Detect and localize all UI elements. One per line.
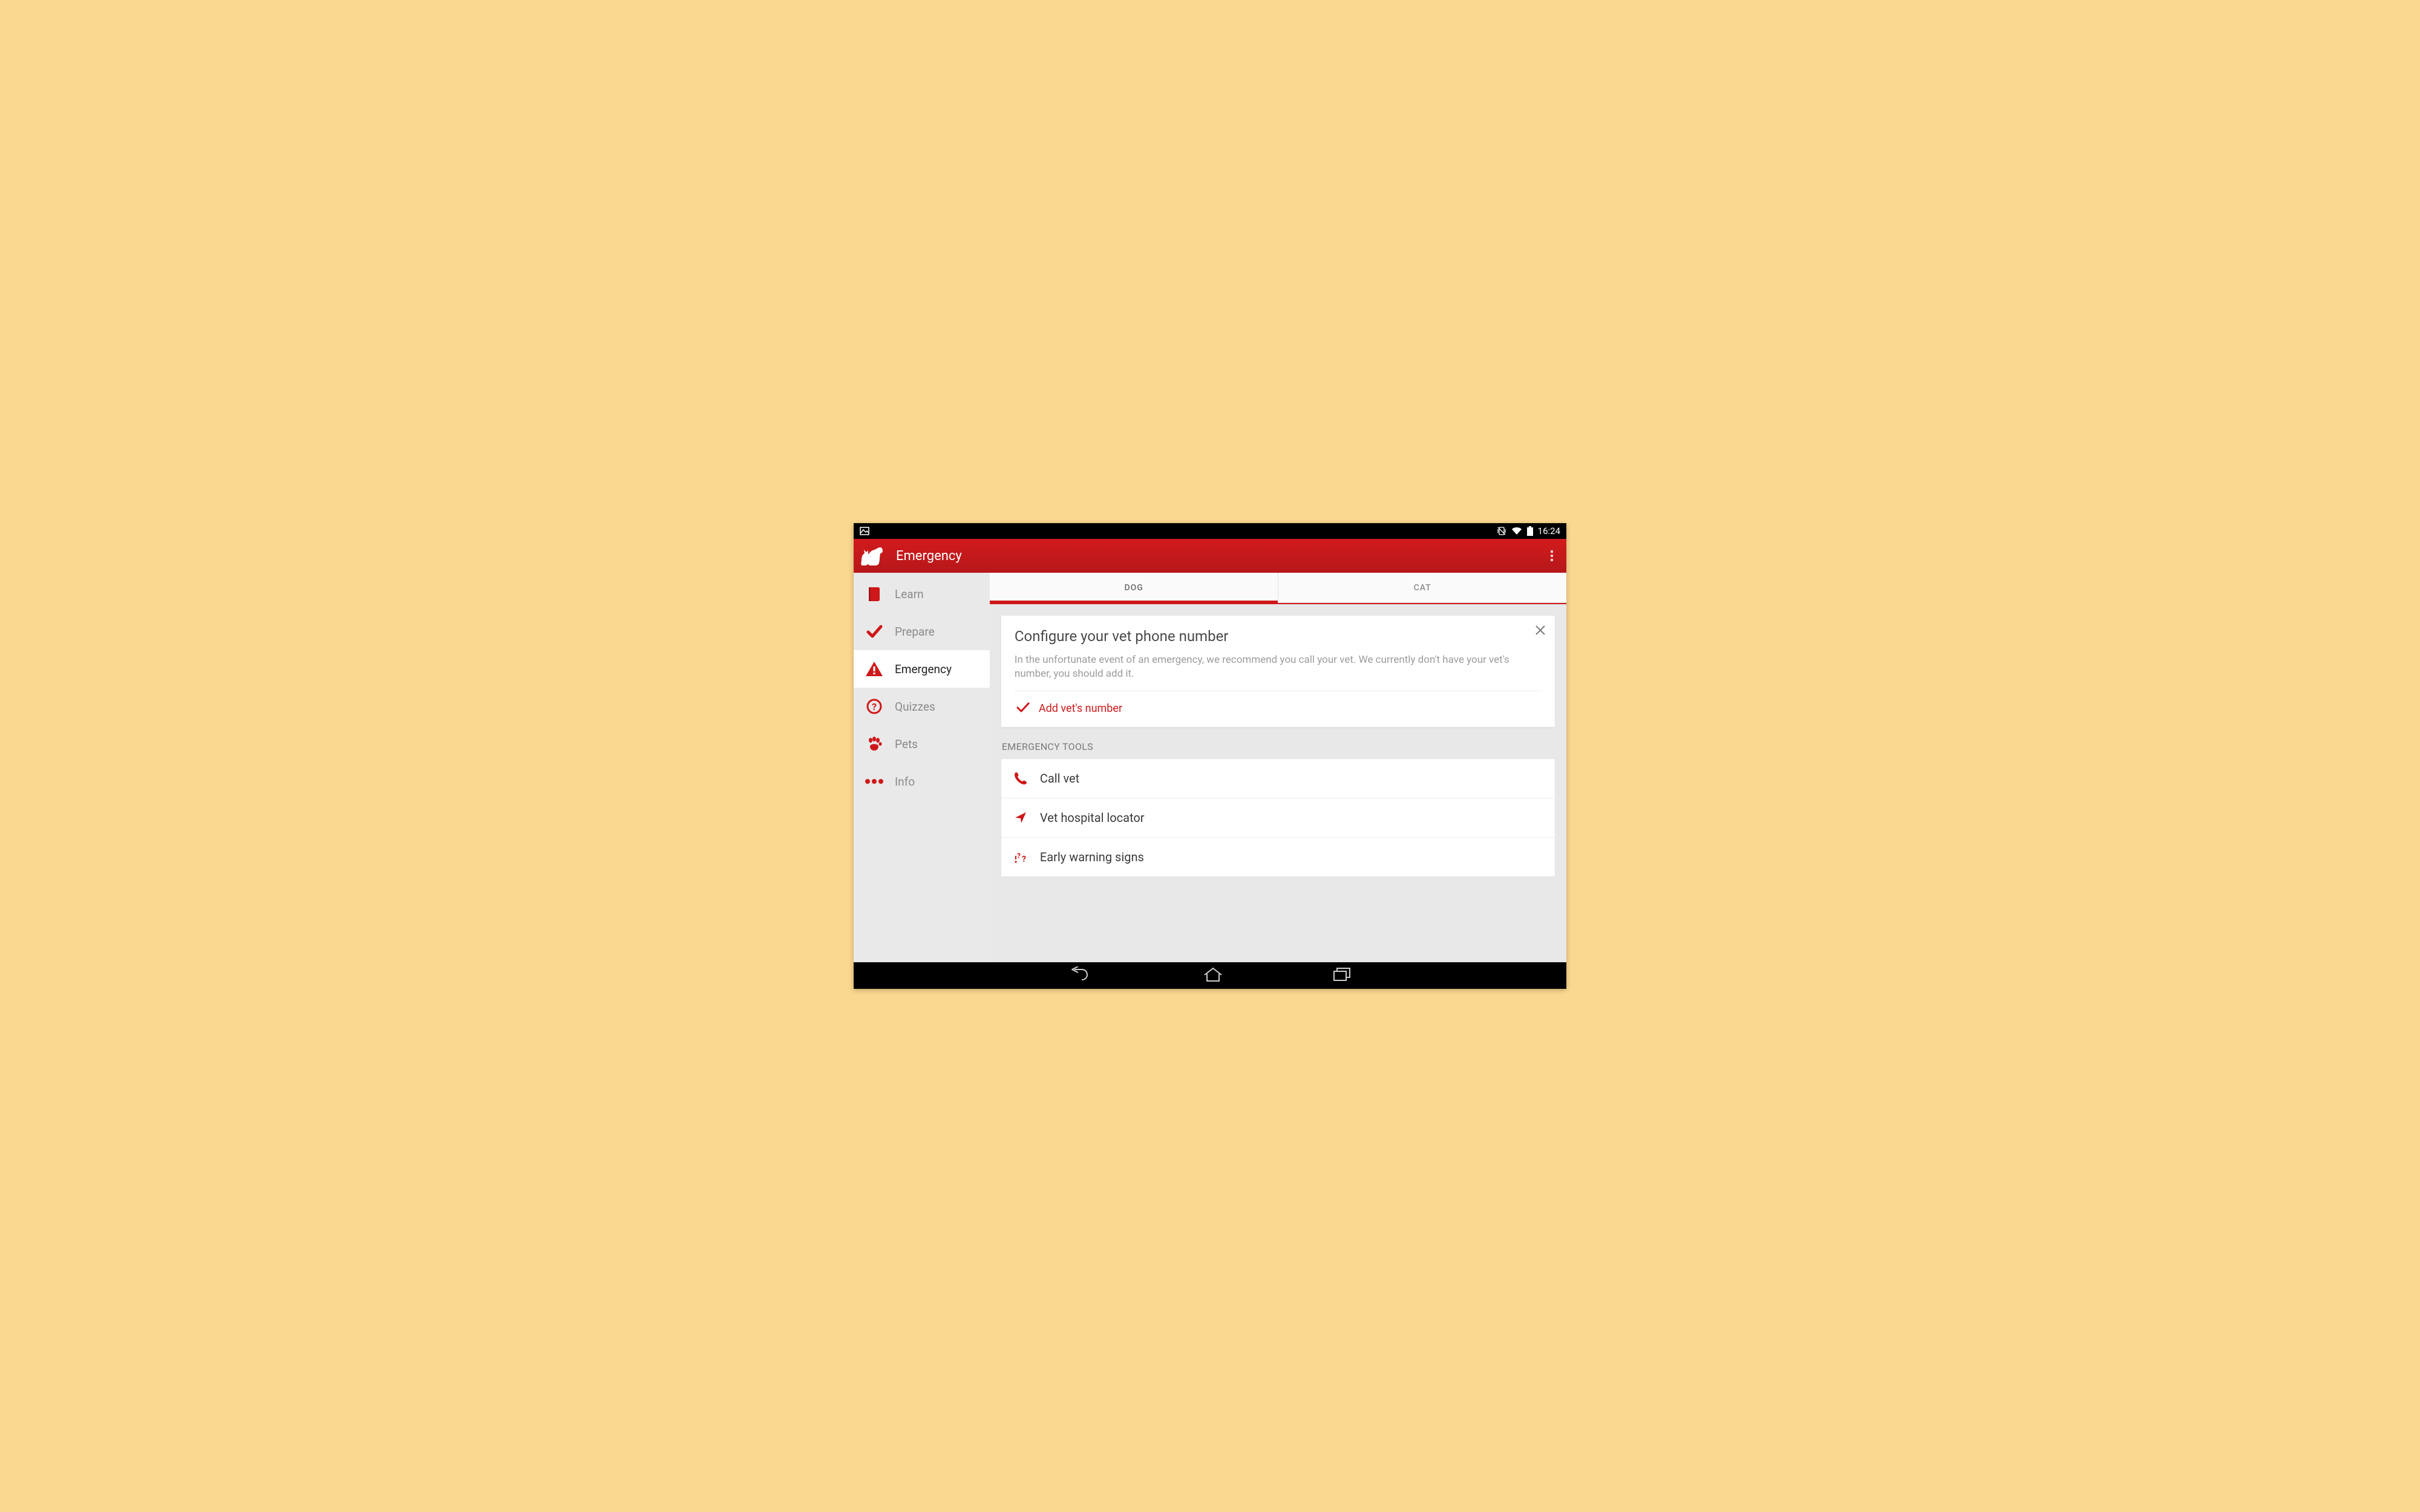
svg-text:?: ? [872,701,877,712]
tool-label: Vet hospital locator [1040,810,1145,825]
question-circle-icon: ? [865,698,884,715]
warning-triangle-icon [865,660,884,677]
emergency-tools-header: Emergency Tools [1002,741,1554,752]
nav-back-button[interactable] [1068,966,1094,985]
content-pane: DOG CAT Configure your vet phone number … [990,573,1566,962]
app-logo-pets-icon [860,543,886,569]
nav-recent-apps-button[interactable] [1332,966,1352,985]
wifi-icon [1511,527,1522,535]
warning-signs-icon: ? ? [1012,850,1029,864]
action-label: Add vet's number [1039,702,1122,715]
sidebar-item-prepare[interactable]: Prepare [854,613,990,650]
tool-call-vet[interactable]: Call vet [1001,759,1555,798]
image-notification-icon [860,527,869,535]
android-nav-bar [854,962,1566,989]
paw-icon [865,735,884,752]
dots-horizontal-icon [865,778,884,784]
tablet-frame: 16:24 Emergency [854,523,1566,989]
android-status-bar: 16:24 [854,523,1566,539]
sidebar-item-learn[interactable]: Learn [854,575,990,613]
sidebar-item-pets[interactable]: Pets [854,725,990,763]
tool-label: Early warning signs [1040,850,1144,864]
add-vet-number-button[interactable]: Add vet's number [1015,691,1542,727]
configure-vet-card: Configure your vet phone number In the u… [1001,615,1555,728]
nav-home-button[interactable] [1203,966,1223,985]
card-body-text: In the unfortunate event of an emergency… [1015,653,1542,691]
svg-text:?: ? [1017,852,1021,860]
location-arrow-icon [1012,810,1029,825]
sidebar-item-label: Info [895,775,915,789]
sidebar-item-emergency[interactable]: Emergency [854,650,990,688]
sidebar-item-label: Emergency [895,662,952,676]
content-scroll[interactable]: Configure your vet phone number In the u… [990,604,1566,962]
sidebar: Learn Prepare Emergency ? Quizzes [854,573,990,962]
tab-label: CAT [1414,583,1431,593]
sidebar-item-info[interactable]: Info [854,763,990,800]
tab-label: DOG [1125,583,1143,593]
check-icon [1016,701,1030,716]
sidebar-item-label: Prepare [895,625,935,639]
close-icon [1534,624,1546,636]
sidebar-item-quizzes[interactable]: ? Quizzes [854,688,990,725]
page-title: Emergency [896,549,962,564]
sidebar-item-label: Quizzes [895,700,935,714]
close-card-button[interactable] [1534,624,1546,639]
book-icon [865,585,884,602]
battery-icon [1527,526,1533,536]
app-action-bar: Emergency [854,539,1566,573]
emergency-tools-list: Call vet Vet hospital locator ? ? [1001,758,1555,877]
tab-cat[interactable]: CAT [1278,573,1566,603]
tool-early-warning[interactable]: ? ? Early warning signs [1001,838,1555,876]
sidebar-item-label: Pets [895,737,918,751]
tab-dog[interactable]: DOG [990,573,1278,603]
sidebar-item-label: Learn [895,587,924,601]
overflow-menu-button[interactable] [1546,549,1560,563]
phone-icon [1012,771,1029,786]
check-icon [865,623,884,640]
svg-text:?: ? [1022,855,1026,864]
card-title: Configure your vet phone number [1015,628,1542,645]
tool-hospital-locator[interactable]: Vet hospital locator [1001,798,1555,838]
clock-time: 16:24 [1538,526,1560,536]
vibrate-silent-icon [1497,526,1506,536]
app-body: Learn Prepare Emergency ? Quizzes [854,573,1566,962]
pet-type-tabs: DOG CAT [990,573,1566,604]
tool-label: Call vet [1040,771,1079,786]
